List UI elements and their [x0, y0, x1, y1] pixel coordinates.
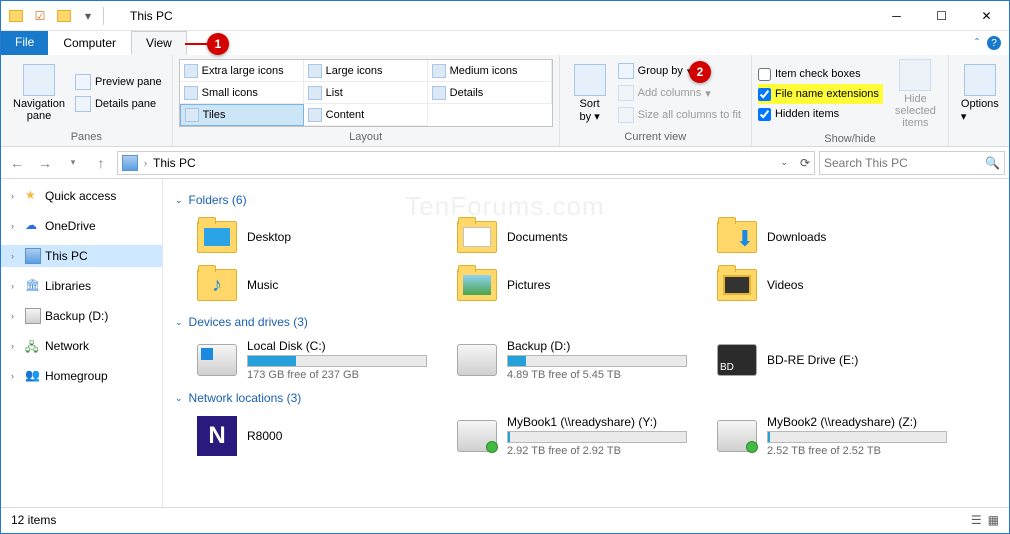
callout-1: 1	[207, 33, 229, 55]
up-button[interactable]: ↑	[89, 151, 113, 175]
nav-network[interactable]: ›🖧Network	[1, 335, 162, 357]
section-folders[interactable]: ⌄Folders (6)	[175, 193, 997, 207]
qat-dropdown-icon[interactable]: ▾	[77, 5, 99, 27]
back-button[interactable]: ←	[5, 151, 29, 175]
folder-documents[interactable]: Documents	[451, 213, 711, 261]
chevron-down-icon[interactable]: ⌄	[780, 157, 788, 168]
breadcrumb-separator[interactable]: ›	[144, 158, 147, 168]
layout-tiles[interactable]: Tiles	[180, 104, 304, 126]
status-text: 12 items	[11, 513, 56, 527]
ribbon: Navigation pane Preview pane Details pan…	[1, 55, 1009, 147]
file-name-extensions-checkbox[interactable]: File name extensions	[758, 84, 883, 104]
ribbon-group-layout: Extra large icons Large icons Medium ico…	[173, 55, 560, 146]
callout-2: 2	[689, 61, 711, 83]
address-bar: ← → ▾ ↑ › This PC ⌄ ⟳ Search This PC 🔍	[1, 147, 1009, 179]
item-check-boxes-checkbox[interactable]: Item check boxes	[758, 64, 883, 84]
sort-by-button[interactable]: Sort by ▾	[566, 57, 614, 129]
forward-button[interactable]: →	[33, 151, 57, 175]
nav-homegroup[interactable]: ›👥Homegroup	[1, 365, 162, 387]
navigation-pane: ›★Quick access ›☁OneDrive ›This PC ›🏛Lib…	[1, 179, 163, 507]
search-icon: 🔍	[985, 156, 1000, 170]
options-button[interactable]: Options▾	[955, 57, 1005, 129]
folder-music[interactable]: ♪Music	[191, 261, 451, 309]
layout-small[interactable]: Small icons	[180, 82, 304, 104]
recent-locations-button[interactable]: ▾	[61, 151, 85, 175]
window-title: This PC	[130, 9, 173, 23]
ribbon-tabs: File Computer View ˆ ?	[1, 31, 1009, 55]
netloc-mybook2[interactable]: MyBook2 (\\readyshare) (Z:)2.52 TB free …	[711, 411, 971, 461]
folder-downloads[interactable]: ⬇Downloads	[711, 213, 971, 261]
layout-content[interactable]: Content	[304, 104, 428, 126]
folder-pictures[interactable]: Pictures	[451, 261, 711, 309]
details-pane-button[interactable]: Details pane	[71, 93, 166, 115]
section-drives[interactable]: ⌄Devices and drives (3)	[175, 315, 997, 329]
ribbon-group-panes: Navigation pane Preview pane Details pan…	[1, 55, 173, 146]
pc-icon	[122, 155, 138, 171]
details-view-icon[interactable]: ☰	[971, 513, 982, 527]
layout-list[interactable]: List	[304, 82, 428, 104]
tab-view[interactable]: View	[131, 31, 187, 55]
tab-computer[interactable]: Computer	[48, 31, 131, 55]
add-columns-button[interactable]: Add columns ▾	[614, 82, 745, 104]
drive-local-c[interactable]: Local Disk (C:)173 GB free of 237 GB	[191, 335, 451, 385]
folder-icon	[5, 5, 27, 27]
drive-backup-d[interactable]: Backup (D:)4.89 TB free of 5.45 TB	[451, 335, 711, 385]
ribbon-group-show-hide: Item check boxes File name extensions Hi…	[752, 55, 949, 146]
preview-pane-button[interactable]: Preview pane	[71, 71, 166, 93]
tab-file[interactable]: File	[1, 31, 48, 55]
layout-details[interactable]: Details	[428, 82, 552, 104]
nav-backup[interactable]: ›Backup (D:)	[1, 305, 162, 327]
path-box[interactable]: › This PC ⌄ ⟳	[117, 151, 815, 175]
search-input[interactable]: Search This PC 🔍	[819, 151, 1005, 175]
ribbon-group-options: Options▾	[949, 55, 1010, 146]
nav-onedrive[interactable]: ›☁OneDrive	[1, 215, 162, 237]
refresh-icon[interactable]: ⟳	[800, 156, 810, 170]
status-bar: 12 items ☰ ▦	[1, 507, 1009, 531]
section-network-locations[interactable]: ⌄Network locations (3)	[175, 391, 997, 405]
nav-libraries[interactable]: ›🏛Libraries	[1, 275, 162, 297]
netloc-mybook1[interactable]: MyBook1 (\\readyshare) (Y:)2.92 TB free …	[451, 411, 711, 461]
maximize-button[interactable]: ☐	[919, 1, 964, 30]
drive-bdre-e[interactable]: BD BD-RE Drive (E:)	[711, 335, 971, 385]
folder-desktop[interactable]: Desktop	[191, 213, 451, 261]
nav-this-pc[interactable]: ›This PC	[1, 245, 162, 267]
content-pane: ⌄Folders (6) Desktop Documents ⬇Download…	[163, 179, 1009, 507]
new-folder-icon[interactable]	[53, 5, 75, 27]
hide-selected-button[interactable]: Hide selected items	[889, 57, 942, 131]
ribbon-group-current-view: Sort by ▾ Group by ▾ Add columns ▾ Size …	[560, 55, 752, 146]
properties-icon[interactable]: ☑	[29, 5, 51, 27]
layout-medium[interactable]: Medium icons	[428, 60, 552, 82]
navigation-pane-button[interactable]: Navigation pane	[7, 57, 71, 129]
layout-extra-large[interactable]: Extra large icons	[180, 60, 304, 82]
minimize-button[interactable]: ─	[874, 1, 919, 30]
nav-quick-access[interactable]: ›★Quick access	[1, 185, 162, 207]
breadcrumb[interactable]: This PC	[153, 156, 196, 170]
layout-large[interactable]: Large icons	[304, 60, 428, 82]
collapse-ribbon-icon[interactable]: ˆ	[975, 36, 979, 50]
folder-videos[interactable]: Videos	[711, 261, 971, 309]
group-by-button[interactable]: Group by ▾	[614, 60, 745, 82]
title-bar: ☑ ▾ This PC ─ ☐ ✕	[1, 1, 1009, 31]
help-icon[interactable]: ?	[987, 36, 1001, 50]
tiles-view-icon[interactable]: ▦	[988, 513, 999, 527]
size-columns-button[interactable]: Size all columns to fit	[614, 104, 745, 126]
netloc-r8000[interactable]: N R8000	[191, 411, 451, 461]
hidden-items-checkbox[interactable]: Hidden items	[758, 104, 883, 124]
close-button[interactable]: ✕	[964, 1, 1009, 30]
